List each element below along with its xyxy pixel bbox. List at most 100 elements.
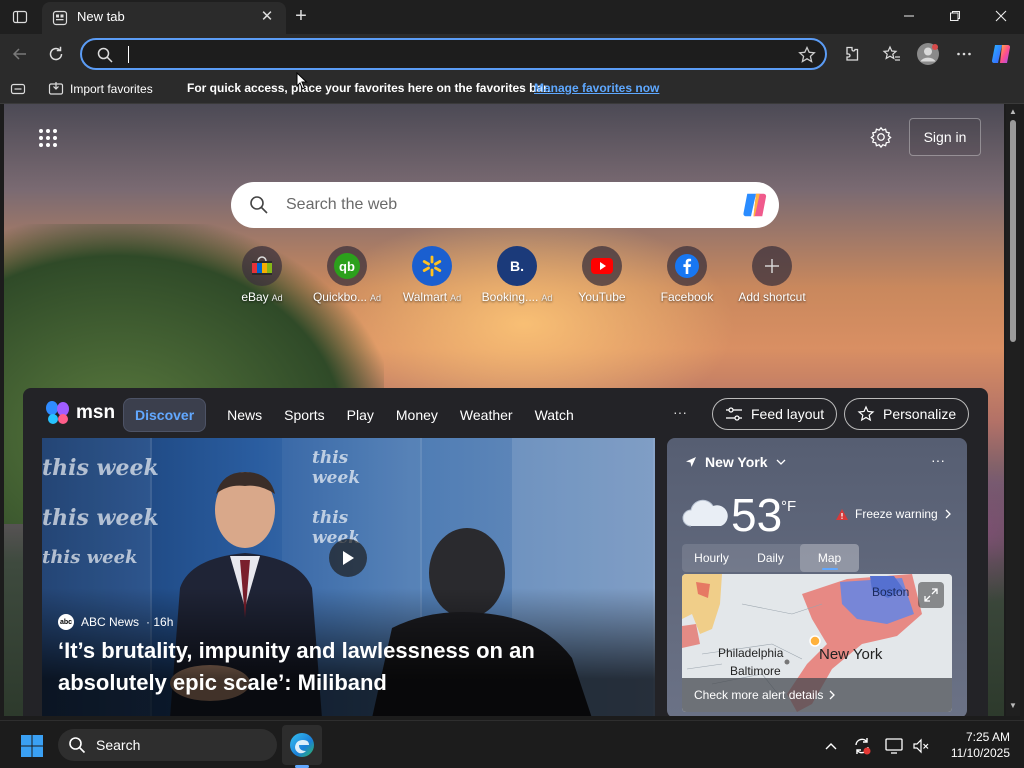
taskbar-search-box[interactable]: Search bbox=[58, 729, 277, 761]
weather-tab-daily[interactable]: Daily bbox=[741, 544, 800, 572]
import-favorites-button[interactable]: Import favorites bbox=[48, 78, 153, 100]
feed-tab-discover[interactable]: Discover bbox=[123, 398, 207, 432]
shortcut-quickbooks[interactable]: qb Quickbo... Ad bbox=[304, 246, 390, 310]
text-caret bbox=[128, 46, 129, 63]
scroll-down-arrow-icon[interactable]: ▼ bbox=[1008, 701, 1018, 711]
scroll-up-arrow-icon[interactable]: ▲ bbox=[1008, 107, 1018, 117]
backdrop-text: this week bbox=[42, 455, 159, 481]
page-scrollbar[interactable]: ▲ ▼ bbox=[1006, 104, 1020, 716]
feed-tab-play[interactable]: Play bbox=[336, 398, 385, 432]
profile-avatar-icon[interactable] bbox=[914, 40, 942, 68]
ad-badge: Ad bbox=[370, 293, 382, 303]
weather-location[interactable]: New York bbox=[685, 454, 786, 470]
feed-tab-news[interactable]: News bbox=[216, 398, 273, 432]
weather-tab-map[interactable]: Map bbox=[800, 544, 859, 572]
shortcut-label: Add shortcut bbox=[738, 290, 806, 304]
map-label-boston: Boston bbox=[872, 585, 910, 599]
sync-icon[interactable] bbox=[851, 735, 873, 757]
favorites-bar-message: For quick access, place your favorites h… bbox=[187, 81, 551, 95]
more-menu-icon[interactable] bbox=[950, 40, 978, 68]
add-shortcut-button[interactable]: Add shortcut bbox=[729, 246, 815, 310]
manage-favorites-link[interactable]: Manage favorites now bbox=[534, 81, 659, 95]
feed-tab-sports[interactable]: Sports bbox=[273, 398, 335, 432]
expand-map-icon[interactable] bbox=[918, 582, 944, 608]
display-icon[interactable] bbox=[883, 735, 905, 757]
clock-date: 11/10/2025 bbox=[950, 746, 1010, 760]
new-tab-page: Sign in eBayAd qb Quickbo...Ad bbox=[4, 104, 1004, 716]
personalize-star-icon bbox=[857, 405, 875, 422]
walmart-icon bbox=[412, 246, 452, 286]
shortcut-facebook[interactable]: Facebook bbox=[644, 246, 730, 310]
msn-feed: msn Discover News Sports Play Money Weat… bbox=[23, 388, 988, 716]
mouse-cursor-icon bbox=[296, 72, 308, 90]
weather-more-icon[interactable]: ··· bbox=[931, 452, 945, 468]
feed-tab-money[interactable]: Money bbox=[385, 398, 449, 432]
alert-details-link[interactable]: Check more alert details bbox=[682, 678, 952, 712]
quick-links: eBay Ad qb Quickbo... Ad Walmart Ad B. Book… bbox=[219, 246, 819, 310]
copilot-search-icon[interactable] bbox=[741, 190, 771, 220]
web-search-input[interactable] bbox=[286, 195, 706, 215]
taskbar-edge-app[interactable] bbox=[282, 725, 322, 765]
shortcut-ebay[interactable]: eBay Ad bbox=[219, 246, 305, 310]
weather-tabs: Hourly Daily Map bbox=[682, 544, 859, 572]
weather-map[interactable]: Boston Philadelphia Baltimore New York C… bbox=[682, 574, 952, 712]
personalize-button[interactable]: Personalize bbox=[844, 398, 970, 430]
refresh-icon[interactable] bbox=[42, 40, 70, 68]
scrollbar-thumb[interactable] bbox=[1010, 120, 1016, 342]
show-hidden-icons-chevron-icon[interactable] bbox=[820, 735, 842, 757]
map-label-philadelphia: Philadelphia bbox=[718, 646, 784, 660]
ad-badge: Ad bbox=[271, 293, 283, 303]
navigation-bar bbox=[0, 34, 1024, 74]
weather-alert[interactable]: Freeze warning bbox=[835, 507, 952, 521]
hero-headline[interactable]: ‘It’s brutality, impunity and lawlessnes… bbox=[58, 635, 618, 699]
windows-start-icon[interactable] bbox=[20, 734, 44, 758]
new-tab-plus-icon[interactable]: + bbox=[290, 5, 312, 27]
feed-layout-button[interactable]: Feed layout bbox=[712, 398, 838, 430]
browser-window: New tab ✕ + Import favorites For quick a… bbox=[0, 0, 1024, 768]
feed-layout-label: Feed layout bbox=[751, 406, 825, 422]
new-tab-page-icon bbox=[52, 10, 68, 26]
shortcut-walmart[interactable]: Walmart Ad bbox=[389, 246, 475, 310]
close-window-icon[interactable] bbox=[978, 0, 1024, 32]
page-settings-gear-icon[interactable] bbox=[870, 126, 892, 148]
shortcut-booking[interactable]: B. Booking.... Ad bbox=[474, 246, 560, 310]
play-video-button[interactable] bbox=[329, 539, 367, 577]
back-arrow-icon[interactable] bbox=[6, 40, 34, 68]
tab-actions-icon[interactable] bbox=[8, 6, 32, 28]
sign-in-button[interactable]: Sign in bbox=[909, 118, 981, 156]
feed-tab-watch[interactable]: Watch bbox=[524, 398, 585, 432]
import-icon bbox=[48, 82, 64, 95]
web-search-box[interactable] bbox=[231, 182, 779, 228]
msn-logo[interactable]: msn bbox=[44, 400, 115, 426]
import-favorites-label: Import favorites bbox=[70, 82, 153, 96]
feed-more-icon[interactable]: ··· bbox=[673, 404, 687, 420]
temperature-unit[interactable]: °F bbox=[781, 498, 796, 515]
add-favorite-star-icon[interactable] bbox=[797, 45, 817, 65]
app-launcher-grid-icon[interactable] bbox=[38, 128, 58, 148]
edge-browser-icon bbox=[290, 733, 314, 757]
tab-title: New tab bbox=[77, 9, 125, 24]
svg-text:qb: qb bbox=[339, 259, 355, 274]
restore-icon[interactable] bbox=[932, 0, 978, 32]
address-bar[interactable] bbox=[80, 38, 827, 70]
weather-card[interactable]: New York ··· 53 °F Freeze warning Hourly… bbox=[667, 438, 967, 716]
alert-label: Freeze warning bbox=[855, 507, 938, 521]
minimize-icon[interactable] bbox=[886, 0, 932, 32]
hide-favorites-bar-icon[interactable] bbox=[10, 81, 26, 97]
msn-wordmark: msn bbox=[76, 402, 116, 423]
tab-new-tab[interactable]: New tab ✕ bbox=[42, 2, 286, 34]
shortcut-youtube[interactable]: YouTube bbox=[559, 246, 645, 310]
system-clock[interactable]: 7:25 AM 11/10/2025 bbox=[920, 729, 1010, 761]
cloud-icon bbox=[682, 499, 728, 527]
plus-icon bbox=[752, 246, 792, 286]
favorites-icon[interactable] bbox=[878, 40, 906, 68]
feed-tab-weather[interactable]: Weather bbox=[449, 398, 524, 432]
shortcut-label: eBay bbox=[241, 290, 269, 304]
hero-news-card[interactable]: this week this week this week this week … bbox=[42, 438, 655, 716]
close-tab-icon[interactable]: ✕ bbox=[258, 8, 276, 26]
weather-tab-hourly[interactable]: Hourly bbox=[682, 544, 741, 572]
extensions-icon[interactable] bbox=[838, 40, 866, 68]
address-input[interactable] bbox=[132, 44, 772, 66]
copilot-icon[interactable] bbox=[988, 40, 1016, 68]
clock-time: 7:25 AM bbox=[965, 730, 1010, 744]
